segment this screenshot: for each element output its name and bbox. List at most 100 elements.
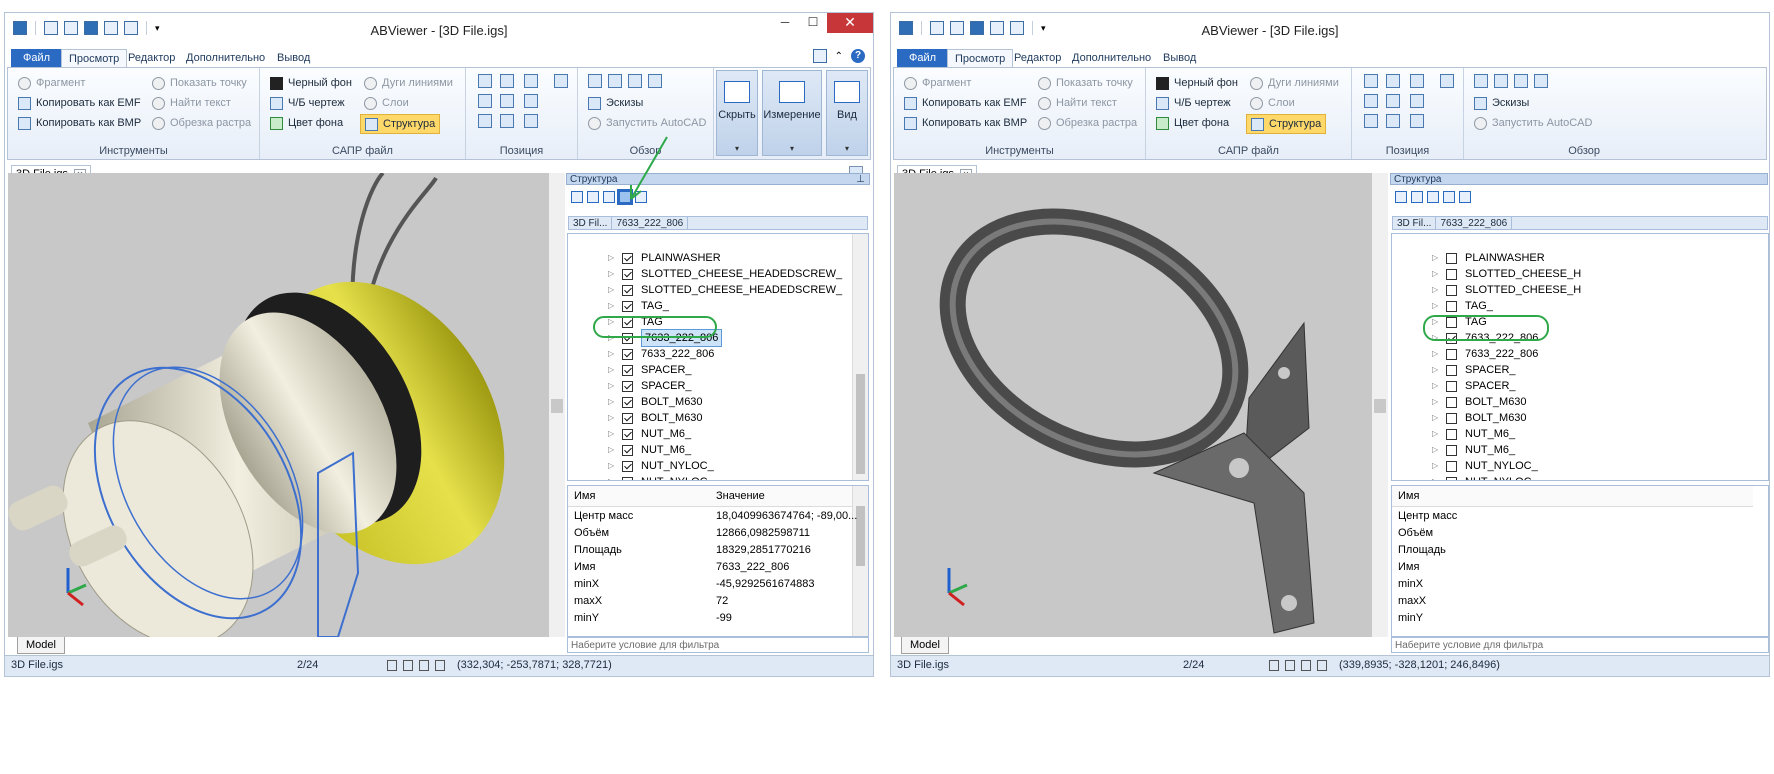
expand-icon[interactable]: ▷ xyxy=(1432,458,1440,474)
copy-bmp-button[interactable]: Копировать как BMP xyxy=(18,114,141,132)
tab-file[interactable]: Файл xyxy=(11,49,63,67)
tree-item[interactable]: ▷ BOLT_M630 xyxy=(1392,410,1527,426)
scroll-thumb[interactable] xyxy=(1374,399,1386,413)
tab-editor[interactable]: Редактор xyxy=(1007,49,1068,67)
layers-button[interactable]: Слои xyxy=(364,94,409,112)
visibility-checkbox[interactable] xyxy=(622,364,633,376)
find-text-button[interactable]: Найти текст xyxy=(152,94,231,112)
view-box-icon[interactable] xyxy=(1386,114,1400,128)
grid-icon[interactable] xyxy=(1285,660,1295,671)
tree-item[interactable]: ▷ SLOTTED_CHEESE_H xyxy=(1392,266,1581,282)
run-autocad-button[interactable]: Запустить AutoCAD xyxy=(1474,114,1592,132)
forward-arrow-icon[interactable] xyxy=(1494,74,1508,88)
show-point-button[interactable]: Показать точку xyxy=(152,74,247,92)
visibility-checkbox[interactable] xyxy=(622,460,633,472)
ortho-icon[interactable] xyxy=(419,660,429,671)
model-viewport[interactable] xyxy=(894,173,1372,637)
zoom-in-icon[interactable] xyxy=(524,74,538,88)
fit-icon[interactable] xyxy=(478,94,492,108)
property-row[interactable]: Объём xyxy=(1392,525,1753,542)
black-bg-button[interactable]: Черный фон xyxy=(270,74,352,92)
split-view-icon[interactable] xyxy=(1411,191,1423,203)
breadcrumb-item[interactable]: 7633_222_806 xyxy=(1436,217,1513,229)
minimize-button[interactable]: ─ xyxy=(771,13,799,33)
sync-icon[interactable] xyxy=(1459,191,1471,203)
expand-icon[interactable]: ▷ xyxy=(1432,442,1440,458)
run-autocad-button[interactable]: Запустить AutoCAD xyxy=(588,114,706,132)
filter-input[interactable]: Наберите условие для фильтра xyxy=(1391,637,1769,653)
visibility-checkbox[interactable] xyxy=(622,284,633,296)
expand-icon[interactable]: ▷ xyxy=(608,458,616,474)
property-row[interactable]: Объём 12866,0982598711 xyxy=(568,525,853,542)
tree-item[interactable]: ▷ 7633_222_806 xyxy=(568,346,714,362)
visibility-checkbox[interactable] xyxy=(1446,348,1457,360)
structure-button[interactable]: Структура xyxy=(1246,114,1327,134)
expand-icon[interactable]: ▷ xyxy=(1432,250,1440,266)
expand-icon[interactable]: ▷ xyxy=(1432,410,1440,426)
visibility-checkbox[interactable] xyxy=(622,380,633,392)
breadcrumb-item[interactable]: 3D Fil... xyxy=(569,217,613,229)
hide-button[interactable]: Скрыть ▾ xyxy=(716,70,758,156)
expand-icon[interactable]: ▷ xyxy=(1432,298,1440,314)
arcs-lines-button[interactable]: Дуги линиями xyxy=(1250,74,1339,92)
visibility-checkbox[interactable] xyxy=(622,300,633,312)
property-row[interactable]: Имя xyxy=(1392,559,1753,576)
property-row[interactable]: maxX 72 xyxy=(568,593,853,610)
property-row[interactable]: Имя 7633_222_806 xyxy=(568,559,853,576)
copy-emf-button[interactable]: Копировать как EMF xyxy=(18,94,141,112)
zoom-out-icon[interactable] xyxy=(1410,94,1424,108)
tab-editor[interactable]: Редактор xyxy=(121,49,182,67)
scroll-thumb[interactable] xyxy=(856,506,865,566)
breadcrumb-item[interactable]: 3D Fil... xyxy=(1393,217,1437,229)
property-row[interactable]: minY xyxy=(1392,610,1753,627)
tab-output[interactable]: Вывод xyxy=(1156,49,1203,67)
black-bg-button[interactable]: Черный фон xyxy=(1156,74,1238,92)
model-viewport[interactable] xyxy=(8,173,549,637)
expand-icon[interactable]: ▷ xyxy=(1432,346,1440,362)
bw-drawing-button[interactable]: Ч/Б чертеж xyxy=(270,94,345,112)
tree-item[interactable]: ▷ NUT_NYLOC_ xyxy=(568,474,714,480)
layers-button[interactable]: Слои xyxy=(1250,94,1295,112)
pan-hand-icon[interactable] xyxy=(1440,74,1454,88)
visibility-checkbox[interactable] xyxy=(1446,252,1457,264)
tab-view[interactable]: Просмотр xyxy=(61,49,128,68)
bw-drawing-button[interactable]: Ч/Б чертеж xyxy=(1156,94,1231,112)
crop-raster-button[interactable]: Обрезка растра xyxy=(1038,114,1137,132)
tree-item[interactable]: ▷ SPACER_ xyxy=(1392,362,1516,378)
zoom-fit-icon[interactable] xyxy=(500,94,514,108)
expand-icon[interactable]: ▷ xyxy=(608,442,616,458)
orbit-icon[interactable] xyxy=(524,114,538,128)
tree-scrollbar[interactable] xyxy=(852,234,868,480)
property-row[interactable]: maxX xyxy=(1392,593,1753,610)
expand-icon[interactable]: ▷ xyxy=(608,282,616,298)
crop-raster-button[interactable]: Обрезка растра xyxy=(152,114,251,132)
expand-icon[interactable]: ▷ xyxy=(608,426,616,442)
tree-item[interactable]: ▷ PLAINWASHER xyxy=(1392,250,1545,266)
expand-icon[interactable]: ▷ xyxy=(1432,362,1440,378)
tab-advanced[interactable]: Дополнительно xyxy=(1065,49,1158,67)
view-button[interactable]: Вид ▾ xyxy=(826,70,868,156)
snap-icon[interactable] xyxy=(387,660,397,671)
filter-input[interactable]: Наберите условие для фильтра xyxy=(567,637,869,653)
bg-color-button[interactable]: Цвет фона xyxy=(1156,114,1229,132)
property-row[interactable]: Площадь xyxy=(1392,542,1753,559)
tree-item[interactable]: ▷ BOLT_M630 xyxy=(568,394,703,410)
expand-icon[interactable]: ▷ xyxy=(1432,266,1440,282)
tree-item[interactable]: ▷ 7633_222_806 xyxy=(1392,346,1538,362)
split-view-icon[interactable] xyxy=(587,191,599,203)
tree-item[interactable]: ▷ BOLT_M630 xyxy=(568,410,703,426)
measure-button[interactable]: Измерение ▾ xyxy=(762,70,822,156)
maximize-button[interactable]: ☐ xyxy=(799,13,827,33)
visibility-checkbox[interactable] xyxy=(1446,412,1457,424)
show-selected-only-icon[interactable] xyxy=(1443,191,1455,203)
expand-icon[interactable]: ▷ xyxy=(1432,394,1440,410)
tree-item[interactable]: ▷ NUT_NYLOC_ xyxy=(1392,458,1538,474)
tree-item[interactable]: ▷ NUT_NYLOC_ xyxy=(1392,474,1538,480)
view-box-icon[interactable] xyxy=(500,114,514,128)
model-tab[interactable]: Model xyxy=(901,637,949,654)
polar-icon[interactable] xyxy=(1317,660,1327,671)
property-row[interactable]: minX xyxy=(1392,576,1753,593)
property-row[interactable]: Центр масс xyxy=(1392,508,1753,525)
tree-item[interactable]: ▷ SPACER_ xyxy=(568,362,692,378)
expand-icon[interactable]: ▷ xyxy=(608,266,616,282)
